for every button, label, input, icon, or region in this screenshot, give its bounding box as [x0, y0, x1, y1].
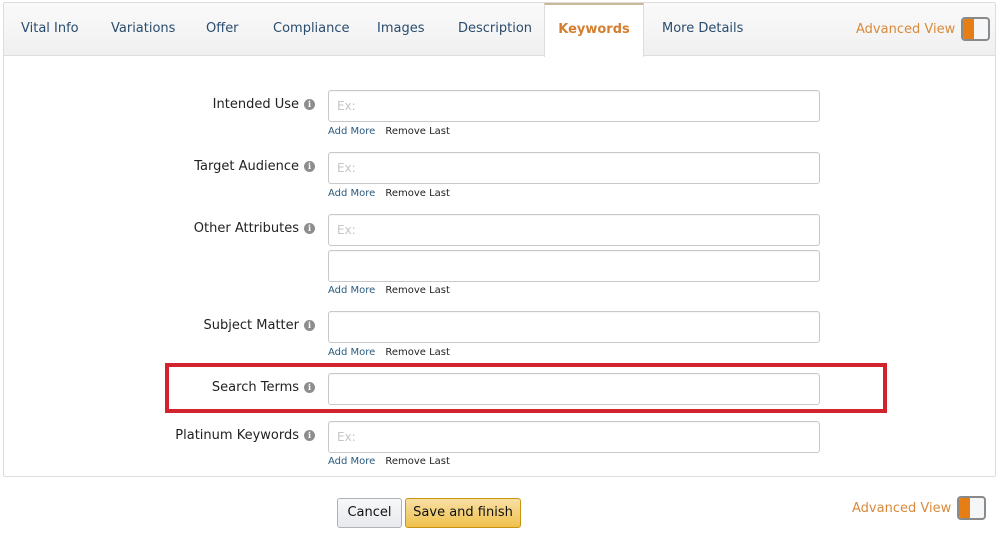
- other-attributes-input[interactable]: [328, 214, 820, 246]
- remove-last-link[interactable]: Remove Last: [385, 347, 450, 358]
- other-attributes-label: Other Attributes i: [194, 221, 315, 236]
- toggle-switch[interactable]: [957, 496, 987, 520]
- platinum-keywords-links: Add More Remove Last: [328, 456, 450, 467]
- advanced-view-toggle-bottom[interactable]: Advanced View: [852, 496, 987, 520]
- intended-use-label: Intended Use i: [213, 97, 315, 112]
- subject-matter-input[interactable]: [328, 311, 820, 343]
- intended-use-input[interactable]: [328, 90, 820, 122]
- info-icon[interactable]: i: [304, 382, 315, 393]
- target-audience-label: Target Audience i: [194, 159, 315, 174]
- info-icon[interactable]: i: [304, 320, 315, 331]
- subject-matter-links: Add More Remove Last: [328, 347, 450, 358]
- remove-last-link[interactable]: Remove Last: [385, 126, 450, 137]
- tab-vital-info[interactable]: Vital Info: [21, 3, 79, 56]
- add-more-link[interactable]: Add More: [328, 188, 375, 199]
- info-icon[interactable]: i: [304, 223, 315, 234]
- target-audience-input[interactable]: [328, 152, 820, 184]
- advanced-view-label: Advanced View: [856, 21, 956, 37]
- save-and-finish-button[interactable]: Save and finish: [405, 498, 521, 528]
- tab-offer[interactable]: Offer: [206, 3, 239, 56]
- tab-compliance[interactable]: Compliance: [273, 3, 350, 56]
- add-more-link[interactable]: Add More: [328, 285, 375, 296]
- platinum-keywords-label: Platinum Keywords i: [175, 428, 315, 443]
- toggle-switch[interactable]: [961, 17, 991, 41]
- add-more-link[interactable]: Add More: [328, 126, 375, 137]
- tab-description[interactable]: Description: [458, 3, 532, 56]
- subject-matter-label: Subject Matter i: [204, 318, 315, 333]
- remove-last-link[interactable]: Remove Last: [385, 188, 450, 199]
- tab-images[interactable]: Images: [377, 3, 425, 56]
- toggle-on-indicator: [963, 19, 975, 39]
- info-icon[interactable]: i: [304, 161, 315, 172]
- add-more-link[interactable]: Add More: [328, 347, 375, 358]
- tab-variations[interactable]: Variations: [111, 3, 175, 56]
- platinum-keywords-input[interactable]: [328, 421, 820, 453]
- cancel-button[interactable]: Cancel: [337, 498, 402, 528]
- search-terms-input[interactable]: [328, 373, 820, 405]
- add-more-link[interactable]: Add More: [328, 456, 375, 467]
- other-attributes-links: Add More Remove Last: [328, 285, 450, 296]
- intended-use-links: Add More Remove Last: [328, 126, 450, 137]
- tab-keywords[interactable]: Keywords: [544, 3, 644, 57]
- tab-more-details[interactable]: More Details: [662, 3, 743, 56]
- advanced-view-toggle-top[interactable]: Advanced View: [856, 17, 991, 41]
- remove-last-link[interactable]: Remove Last: [385, 456, 450, 467]
- advanced-view-label: Advanced View: [852, 500, 952, 516]
- toggle-on-indicator: [959, 498, 971, 518]
- target-audience-links: Add More Remove Last: [328, 188, 450, 199]
- tab-bar: Vital Info Variations Offer Compliance I…: [4, 3, 995, 57]
- search-terms-label: Search Terms i: [212, 380, 315, 395]
- info-icon[interactable]: i: [304, 99, 315, 110]
- other-attributes-input-2[interactable]: [328, 250, 820, 282]
- info-icon[interactable]: i: [304, 430, 315, 441]
- remove-last-link[interactable]: Remove Last: [385, 285, 450, 296]
